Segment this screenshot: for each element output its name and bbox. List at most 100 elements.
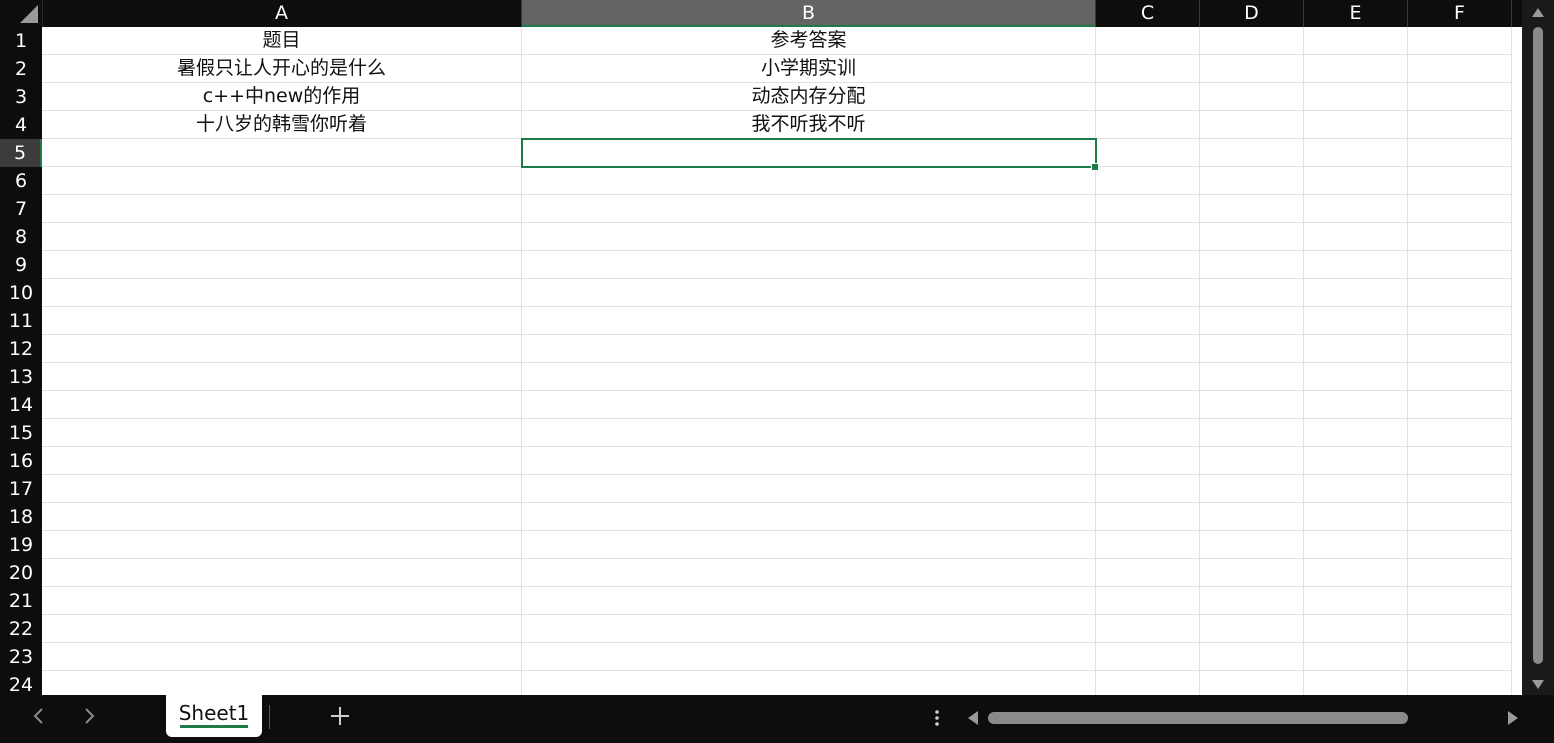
cell-b7[interactable] bbox=[522, 195, 1096, 223]
cell-e23[interactable] bbox=[1304, 643, 1408, 671]
cell-c7[interactable] bbox=[1096, 195, 1200, 223]
cell-f13[interactable] bbox=[1408, 363, 1512, 391]
cell-c22[interactable] bbox=[1096, 615, 1200, 643]
cell-d10[interactable] bbox=[1200, 279, 1304, 307]
cell-b17[interactable] bbox=[522, 475, 1096, 503]
row-header-22[interactable]: 22 bbox=[0, 615, 42, 643]
cell-d6[interactable] bbox=[1200, 167, 1304, 195]
cell-d3[interactable] bbox=[1200, 83, 1304, 111]
cell-f15[interactable] bbox=[1408, 419, 1512, 447]
cell-a11[interactable] bbox=[42, 307, 522, 335]
cell-b10[interactable] bbox=[522, 279, 1096, 307]
cell-d20[interactable] bbox=[1200, 559, 1304, 587]
cell-a16[interactable] bbox=[42, 447, 522, 475]
cell-b12[interactable] bbox=[522, 335, 1096, 363]
cell-e18[interactable] bbox=[1304, 503, 1408, 531]
cell-c5[interactable] bbox=[1096, 139, 1200, 167]
cell-f4[interactable] bbox=[1408, 111, 1512, 139]
cell-a17[interactable] bbox=[42, 475, 522, 503]
horizontal-scroll-thumb[interactable] bbox=[988, 712, 1408, 724]
cell-d24[interactable] bbox=[1200, 671, 1304, 695]
cell-e5[interactable] bbox=[1304, 139, 1408, 167]
cell-a3[interactable]: c++中new的作用 bbox=[42, 83, 522, 111]
cell-b1[interactable]: 参考答案 bbox=[522, 27, 1096, 55]
cell-e14[interactable] bbox=[1304, 391, 1408, 419]
row-header-7[interactable]: 7 bbox=[0, 195, 42, 223]
column-header-c[interactable]: C bbox=[1096, 0, 1200, 27]
cell-c9[interactable] bbox=[1096, 251, 1200, 279]
row-header-19[interactable]: 19 bbox=[0, 531, 42, 559]
cell-e20[interactable] bbox=[1304, 559, 1408, 587]
cell-f21[interactable] bbox=[1408, 587, 1512, 615]
cell-f8[interactable] bbox=[1408, 223, 1512, 251]
cell-f14[interactable] bbox=[1408, 391, 1512, 419]
row-header-1[interactable]: 1 bbox=[0, 27, 42, 55]
cell-c21[interactable] bbox=[1096, 587, 1200, 615]
cell-a21[interactable] bbox=[42, 587, 522, 615]
row-header-9[interactable]: 9 bbox=[0, 251, 42, 279]
scroll-left-icon[interactable] bbox=[968, 711, 978, 725]
cell-e17[interactable] bbox=[1304, 475, 1408, 503]
cell-e10[interactable] bbox=[1304, 279, 1408, 307]
cell-c11[interactable] bbox=[1096, 307, 1200, 335]
cell-d22[interactable] bbox=[1200, 615, 1304, 643]
cell-a23[interactable] bbox=[42, 643, 522, 671]
cell-a19[interactable] bbox=[42, 531, 522, 559]
cell-b23[interactable] bbox=[522, 643, 1096, 671]
column-header-d[interactable]: D bbox=[1200, 0, 1304, 27]
cell-e9[interactable] bbox=[1304, 251, 1408, 279]
row-header-20[interactable]: 20 bbox=[0, 559, 42, 587]
cell-a2[interactable]: 暑假只让人开心的是什么 bbox=[42, 55, 522, 83]
cell-a7[interactable] bbox=[42, 195, 522, 223]
cell-c16[interactable] bbox=[1096, 447, 1200, 475]
cell-f6[interactable] bbox=[1408, 167, 1512, 195]
cell-grid[interactable]: 题目 参考答案 暑假只让人开心的是什么 小学期实训 c++中new的作用 动态内… bbox=[42, 27, 1522, 695]
prev-sheet-icon[interactable] bbox=[28, 705, 50, 727]
cell-d18[interactable] bbox=[1200, 503, 1304, 531]
select-all-button[interactable] bbox=[0, 0, 43, 27]
cell-d9[interactable] bbox=[1200, 251, 1304, 279]
cell-f5[interactable] bbox=[1408, 139, 1512, 167]
next-sheet-icon[interactable] bbox=[78, 705, 100, 727]
cell-e7[interactable] bbox=[1304, 195, 1408, 223]
row-header-13[interactable]: 13 bbox=[0, 363, 42, 391]
cell-b24[interactable] bbox=[522, 671, 1096, 695]
more-options-icon[interactable] bbox=[934, 709, 940, 727]
cell-a22[interactable] bbox=[42, 615, 522, 643]
cell-b3[interactable]: 动态内存分配 bbox=[522, 83, 1096, 111]
cell-a1[interactable]: 题目 bbox=[42, 27, 522, 55]
cell-b22[interactable] bbox=[522, 615, 1096, 643]
cell-f7[interactable] bbox=[1408, 195, 1512, 223]
cell-c14[interactable] bbox=[1096, 391, 1200, 419]
cell-f12[interactable] bbox=[1408, 335, 1512, 363]
cell-e19[interactable] bbox=[1304, 531, 1408, 559]
cell-c12[interactable] bbox=[1096, 335, 1200, 363]
cell-b4[interactable]: 我不听我不听 bbox=[522, 111, 1096, 139]
active-cell-b5[interactable] bbox=[521, 138, 1097, 168]
cell-c6[interactable] bbox=[1096, 167, 1200, 195]
row-header-15[interactable]: 15 bbox=[0, 419, 42, 447]
cell-e3[interactable] bbox=[1304, 83, 1408, 111]
cell-d8[interactable] bbox=[1200, 223, 1304, 251]
cell-e8[interactable] bbox=[1304, 223, 1408, 251]
scroll-down-icon[interactable] bbox=[1532, 680, 1544, 689]
cell-a24[interactable] bbox=[42, 671, 522, 695]
cell-c18[interactable] bbox=[1096, 503, 1200, 531]
cell-c2[interactable] bbox=[1096, 55, 1200, 83]
cell-b21[interactable] bbox=[522, 587, 1096, 615]
cell-d12[interactable] bbox=[1200, 335, 1304, 363]
cell-b20[interactable] bbox=[522, 559, 1096, 587]
cell-e6[interactable] bbox=[1304, 167, 1408, 195]
cell-c4[interactable] bbox=[1096, 111, 1200, 139]
cell-c24[interactable] bbox=[1096, 671, 1200, 695]
cell-e1[interactable] bbox=[1304, 27, 1408, 55]
cell-f22[interactable] bbox=[1408, 615, 1512, 643]
cell-b13[interactable] bbox=[522, 363, 1096, 391]
cell-d19[interactable] bbox=[1200, 531, 1304, 559]
cell-d4[interactable] bbox=[1200, 111, 1304, 139]
cell-f20[interactable] bbox=[1408, 559, 1512, 587]
cell-e22[interactable] bbox=[1304, 615, 1408, 643]
scroll-up-icon[interactable] bbox=[1532, 8, 1544, 17]
cell-e13[interactable] bbox=[1304, 363, 1408, 391]
cell-a4[interactable]: 十八岁的韩雪你听着 bbox=[42, 111, 522, 139]
